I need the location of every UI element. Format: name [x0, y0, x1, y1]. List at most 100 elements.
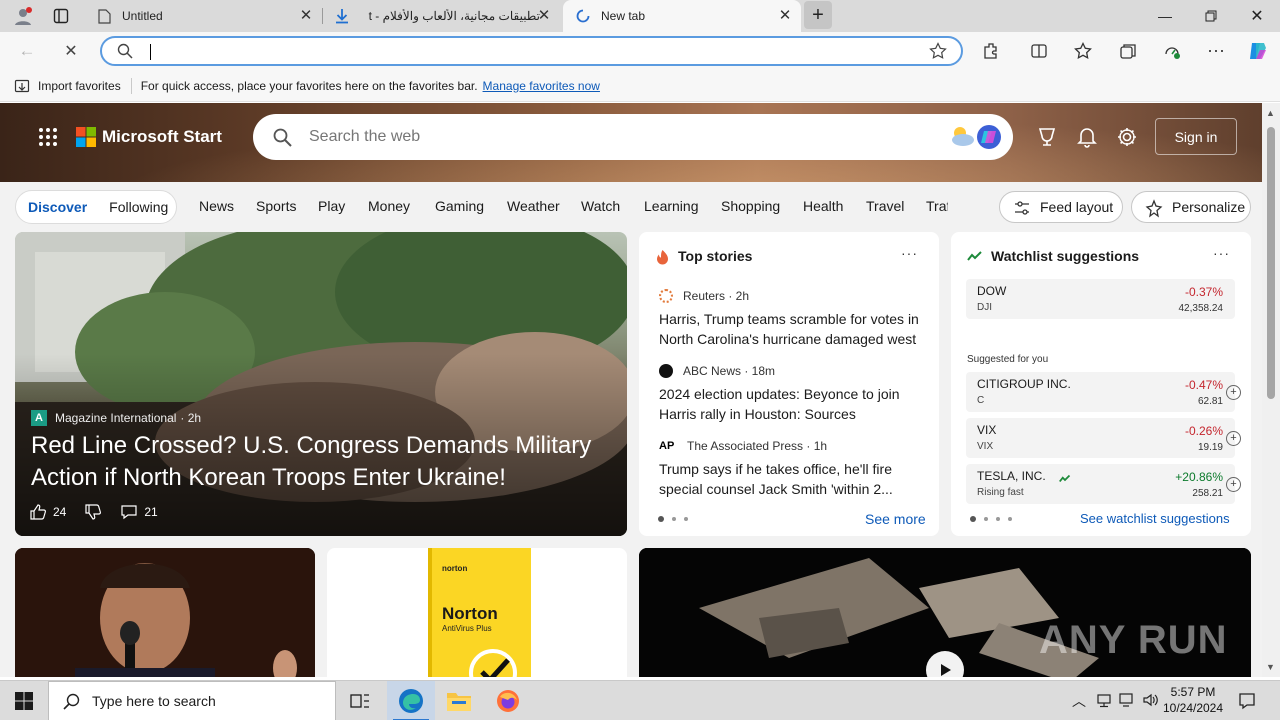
nav-traffic[interactable]: Traf [926, 198, 948, 214]
index-row-dow[interactable]: DOW DJI -0.37% 42,358.24 [966, 279, 1235, 319]
web-search-box[interactable]: Search the web [253, 114, 1013, 160]
like-icon[interactable] [29, 503, 47, 521]
news-card-photo[interactable] [15, 548, 315, 677]
sparkle-star-icon [1144, 198, 1164, 218]
taskbar-edge[interactable] [387, 681, 435, 720]
dislike-icon[interactable] [84, 503, 102, 521]
system-clock[interactable]: 5:57 PM 10/24/2024 [1162, 684, 1224, 716]
scroll-thumb[interactable] [1267, 127, 1275, 399]
stock-row-tesla[interactable]: TESLA, INC. Rising fast +20.86% 258.21 [966, 464, 1235, 504]
abc-news-logo-icon [659, 364, 673, 378]
carousel-pager[interactable] [658, 516, 696, 522]
carousel-pager[interactable] [970, 516, 1020, 522]
story-item[interactable]: ABC News · 18m 2024 election updates: Be… [659, 362, 931, 424]
close-tab-icon[interactable]: ✕ [777, 8, 793, 24]
rewards-icon[interactable] [1036, 126, 1058, 151]
task-view-button[interactable] [336, 681, 384, 720]
favorite-star-icon[interactable] [929, 42, 947, 63]
story-item[interactable]: Reuters · 2h Harris, Trump teams scrambl… [659, 287, 931, 349]
add-to-watchlist-icon[interactable]: + [1226, 385, 1241, 400]
back-button[interactable]: ← [12, 36, 42, 66]
more-options-icon[interactable]: ··· [1213, 245, 1230, 261]
tab-following[interactable]: Following [87, 199, 168, 215]
top-stories-title[interactable]: Top stories [678, 248, 752, 264]
see-watchlist-link[interactable]: See watchlist suggestions [1080, 511, 1230, 526]
microsoft-start-logo[interactable]: Microsoft Start [76, 127, 222, 147]
tab-discover[interactable]: Discover [16, 199, 87, 215]
hero-story-card[interactable]: A Magazine International · 2h Red Line C… [15, 232, 627, 536]
new-tab-button[interactable]: + [804, 1, 832, 29]
stock-row-vix[interactable]: VIX VIX -0.26% 19.19 [966, 418, 1235, 458]
profile-avatar[interactable] [8, 1, 38, 31]
restore-button[interactable] [1188, 0, 1234, 32]
nav-play[interactable]: Play [318, 198, 345, 214]
volume-icon[interactable] [1142, 692, 1158, 711]
more-options-icon[interactable]: ··· [901, 245, 918, 261]
performance-icon[interactable] [1157, 36, 1187, 66]
reuters-logo-icon [659, 289, 673, 303]
close-tab-icon[interactable]: ✕ [298, 8, 314, 24]
add-to-watchlist-icon[interactable]: + [1226, 431, 1241, 446]
tab-download-page[interactable]: تطبيقات مجانية، الألعاب والأفلام - t ✕ [324, 0, 560, 32]
address-bar[interactable] [100, 36, 963, 66]
favorites-divider [130, 77, 132, 94]
stock-price: 258.21 [1192, 488, 1223, 499]
nav-money[interactable]: Money [368, 198, 410, 214]
extensions-icon[interactable] [976, 36, 1006, 66]
copilot-icon[interactable] [1243, 36, 1273, 66]
import-favorites-icon[interactable] [14, 78, 30, 94]
show-hidden-icons[interactable]: ︿ [1072, 691, 1086, 711]
address-input[interactable] [150, 40, 910, 62]
close-window-button[interactable]: ✕ [1234, 0, 1280, 32]
comment-icon[interactable] [120, 503, 138, 521]
copilot-search-icon[interactable] [975, 123, 1003, 154]
feed-layout-button[interactable]: Feed layout [999, 191, 1123, 223]
hero-source[interactable]: A Magazine International · 2h [31, 410, 201, 426]
manage-favorites-link[interactable]: Manage favorites now [483, 79, 600, 93]
nav-gaming[interactable]: Gaming [435, 198, 484, 214]
favorites-icon[interactable] [1068, 36, 1098, 66]
minimize-button[interactable]: — [1142, 0, 1188, 32]
personalize-button[interactable]: Personalize [1131, 191, 1251, 223]
hero-headline[interactable]: Red Line Crossed? U.S. Congress Demands … [31, 430, 611, 494]
nav-weather[interactable]: Weather [507, 198, 560, 214]
sign-in-button[interactable]: Sign in [1155, 118, 1237, 155]
notifications-icon[interactable] [1238, 692, 1256, 713]
taskbar-firefox[interactable] [484, 681, 532, 720]
stock-status: Rising fast [977, 487, 1024, 498]
scroll-up-icon[interactable]: ▲ [1266, 108, 1275, 118]
nav-learning[interactable]: Learning [644, 198, 699, 214]
page-scrollbar[interactable]: ▲ ▼ [1262, 103, 1280, 677]
add-to-watchlist-icon[interactable]: + [1226, 477, 1241, 492]
network-icon[interactable] [1096, 692, 1112, 711]
import-favorites-button[interactable]: Import favorites [38, 79, 121, 93]
collections-icon[interactable] [1113, 36, 1143, 66]
split-screen-icon[interactable] [1024, 36, 1054, 66]
start-button[interactable] [0, 681, 48, 720]
watchlist-title[interactable]: Watchlist suggestions [991, 248, 1139, 264]
nav-watch[interactable]: Watch [581, 198, 620, 214]
story-item[interactable]: AP The Associated Press · 1h Trump says i… [659, 437, 931, 499]
video-card[interactable]: ANY RUN [639, 548, 1251, 677]
scroll-down-icon[interactable]: ▼ [1266, 662, 1275, 672]
nav-news[interactable]: News [199, 198, 234, 214]
nav-travel[interactable]: Travel [866, 198, 904, 214]
notifications-bell-icon[interactable] [1077, 126, 1097, 151]
ad-card-norton[interactable]: norton Norton AntiVirus Plus [327, 548, 627, 677]
close-tab-icon[interactable]: ✕ [536, 8, 552, 24]
see-more-link[interactable]: See more [865, 511, 926, 527]
tab-new-tab[interactable]: New tab ✕ [563, 0, 801, 32]
nav-sports[interactable]: Sports [256, 198, 296, 214]
stop-loading-button[interactable]: ✕ [56, 36, 86, 66]
settings-more-icon[interactable]: ⋯ [1201, 36, 1231, 66]
taskbar-file-explorer[interactable] [435, 681, 483, 720]
tab-untitled[interactable]: Untitled ✕ [86, 0, 322, 32]
page-settings-gear-icon[interactable] [1116, 126, 1138, 151]
nav-shopping[interactable]: Shopping [721, 198, 780, 214]
tab-actions-icon[interactable] [46, 1, 76, 31]
monitor-icon[interactable] [1119, 692, 1135, 711]
nav-health[interactable]: Health [803, 198, 843, 214]
app-launcher-icon[interactable] [38, 127, 58, 147]
taskbar-search[interactable]: Type here to search [48, 681, 336, 720]
stock-row-citigroup[interactable]: CITIGROUP INC. C -0.47% 62.81 [966, 372, 1235, 412]
